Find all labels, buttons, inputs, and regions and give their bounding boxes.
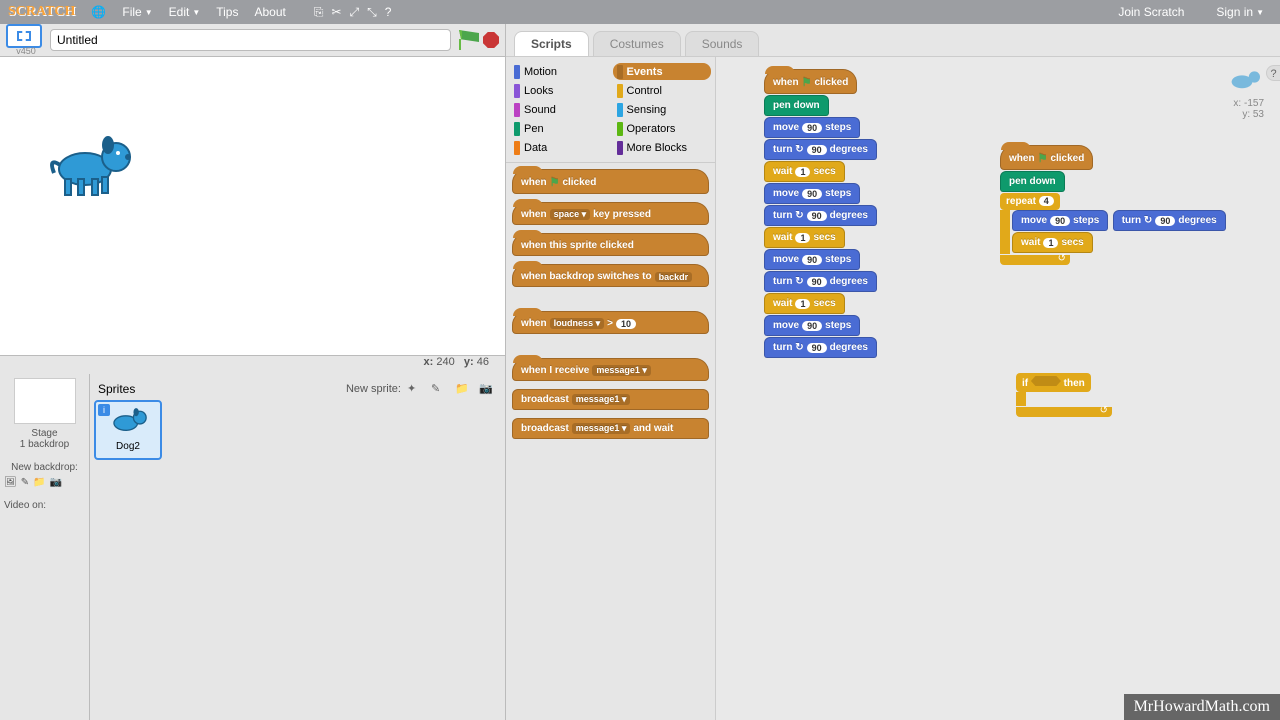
block-move[interactable]: move 90 steps xyxy=(764,315,860,336)
sprite-library-icon[interactable]: ✦ xyxy=(407,382,425,396)
cat-sensing[interactable]: Sensing xyxy=(613,101,712,118)
stage-thumb-col: Stage 1 backdrop New backdrop: 🖼 ✎ 📁 📷 V… xyxy=(0,374,90,720)
sprite-tile-label: Dog2 xyxy=(96,441,160,452)
tab-scripts[interactable]: Scripts xyxy=(514,31,589,56)
duplicate-icon[interactable]: ⎘ xyxy=(314,5,324,20)
project-title-input[interactable] xyxy=(50,29,451,51)
signin-link[interactable]: Sign in▼ xyxy=(1216,5,1264,19)
block-pen-down[interactable]: pen down xyxy=(764,95,829,116)
palette-when-sprite-clicked[interactable]: when this sprite clicked xyxy=(512,233,709,256)
sprite-info-icon[interactable]: i xyxy=(98,404,110,416)
script-stack-2[interactable]: when ⚑ clicked pen down repeat 4 move 90… xyxy=(1000,145,1280,265)
stage-label: Stage xyxy=(4,428,85,439)
help-drawer-tab[interactable]: ? xyxy=(1266,65,1280,81)
block-move[interactable]: move 90 steps xyxy=(764,183,860,204)
shrink-icon[interactable]: ⤡ xyxy=(367,5,377,20)
fullscreen-button[interactable] xyxy=(6,24,42,48)
block-repeat-foot[interactable] xyxy=(1000,255,1070,265)
tips-menu[interactable]: Tips xyxy=(216,5,238,19)
script-stack-3[interactable]: if then xyxy=(1016,373,1112,417)
block-wait[interactable]: wait 1 secs xyxy=(764,227,845,248)
tab-costumes[interactable]: Costumes xyxy=(593,31,681,56)
backdrop-upload-icon[interactable]: 📁 xyxy=(33,477,45,488)
cat-more[interactable]: More Blocks xyxy=(613,139,712,156)
tab-sounds[interactable]: Sounds xyxy=(685,31,760,56)
block-turn[interactable]: turn ↻ 90 degrees xyxy=(764,205,877,226)
palette-when-backdrop-switches[interactable]: when backdrop switches to backdr xyxy=(512,264,709,287)
backdrop-count: 1 backdrop xyxy=(4,439,85,450)
block-turn[interactable]: turn ↻ 90 degrees xyxy=(764,271,877,292)
about-menu[interactable]: About xyxy=(254,5,285,19)
block-wait[interactable]: wait 1 secs xyxy=(1012,232,1093,253)
palette-broadcast-wait[interactable]: broadcast message1 ▾ and wait xyxy=(512,418,709,439)
block-palette: Motion Events Looks Control Sound Sensin… xyxy=(506,57,716,720)
sprite-info-corner: x: -157 y: 53 xyxy=(1224,65,1264,120)
stop-button[interactable] xyxy=(483,32,499,48)
block-pen-down[interactable]: pen down xyxy=(1000,171,1065,192)
join-link[interactable]: Join Scratch xyxy=(1118,5,1184,19)
sprite-tile-dog2[interactable]: i Dog2 xyxy=(94,400,162,460)
sprite-dog2-onstage[interactable] xyxy=(40,127,140,202)
block-repeat[interactable]: repeat 4 xyxy=(1000,193,1060,210)
sprite-paint-icon[interactable]: ✎ xyxy=(431,382,449,396)
cat-control[interactable]: Control xyxy=(613,82,712,99)
block-turn[interactable]: turn ↻ 90 degrees xyxy=(764,337,877,358)
watermark: MrHowardMath.com xyxy=(1124,694,1280,720)
cat-pen[interactable]: Pen xyxy=(510,120,609,137)
block-turn[interactable]: turn ↻ 90 degrees xyxy=(764,139,877,160)
version-label: v450 xyxy=(16,46,36,56)
palette-when-receive[interactable]: when I receive message1 ▾ xyxy=(512,358,709,381)
video-on-label: Video on: xyxy=(4,500,85,511)
globe-icon[interactable]: 🌐 xyxy=(91,5,106,19)
green-flag-button[interactable] xyxy=(459,30,479,50)
edit-menu[interactable]: Edit▼ xyxy=(169,5,201,19)
block-if-then[interactable]: if then xyxy=(1016,373,1091,392)
block-when-flag[interactable]: when ⚑ clicked xyxy=(1000,145,1093,170)
stage-thumbnail[interactable] xyxy=(14,378,76,424)
palette-broadcast[interactable]: broadcast message1 ▾ xyxy=(512,389,709,410)
backdrop-camera-icon[interactable]: 📷 xyxy=(50,477,62,488)
stage[interactable] xyxy=(0,56,505,356)
block-wait[interactable]: wait 1 secs xyxy=(764,161,845,182)
new-backdrop-label: New backdrop: xyxy=(4,462,85,473)
cat-sound[interactable]: Sound xyxy=(510,101,609,118)
palette-when-flag-clicked[interactable]: when ⚑ clicked xyxy=(512,169,709,194)
cat-events[interactable]: Events xyxy=(613,63,712,80)
sprite-camera-icon[interactable]: 📷 xyxy=(479,382,497,396)
sprites-header: Sprites xyxy=(98,382,135,396)
grow-icon[interactable]: ⤢ xyxy=(350,5,360,20)
stage-panel: v450 x: 240 y: 4 xyxy=(0,24,506,720)
stage-coords: x: 240 y: 46 xyxy=(0,356,505,374)
block-move[interactable]: move 90 steps xyxy=(764,117,860,138)
block-categories: Motion Events Looks Control Sound Sensin… xyxy=(506,57,715,162)
block-wait[interactable]: wait 1 secs xyxy=(764,293,845,314)
palette-when-key-pressed[interactable]: when space ▾ key pressed xyxy=(512,202,709,225)
new-sprite-label: New sprite: xyxy=(346,383,401,395)
file-menu[interactable]: File▼ xyxy=(122,5,152,19)
backdrop-paint-icon[interactable]: ✎ xyxy=(21,477,29,488)
help-icon[interactable]: ? xyxy=(385,5,392,20)
menu-bar: SCRATCH 🌐 File▼ Edit▼ Tips About ⎘ ✂ ⤢ ⤡… xyxy=(0,0,1280,24)
cat-looks[interactable]: Looks xyxy=(510,82,609,99)
editor-tabs: Scripts Costumes Sounds xyxy=(506,24,1280,56)
cat-motion[interactable]: Motion xyxy=(510,63,609,80)
palette-when-loudness[interactable]: when loudness ▾ > 10 xyxy=(512,311,709,334)
sprite-upload-icon[interactable]: 📁 xyxy=(455,382,473,396)
script-canvas[interactable]: ? x: -157 y: 53 when ⚑ clicked pen down … xyxy=(716,57,1280,720)
backdrop-library-icon[interactable]: 🖼 xyxy=(4,477,17,488)
scratch-logo[interactable]: SCRATCH xyxy=(8,4,75,20)
cat-operators[interactable]: Operators xyxy=(613,120,712,137)
script-stack-1[interactable]: when ⚑ clicked pen down move 90 steps tu… xyxy=(764,69,877,359)
delete-icon[interactable]: ✂ xyxy=(331,5,341,20)
block-when-flag[interactable]: when ⚑ clicked xyxy=(764,69,857,94)
block-if-foot[interactable] xyxy=(1016,407,1112,417)
block-turn[interactable]: turn ↻ 90 degrees xyxy=(1113,210,1226,231)
block-move[interactable]: move 90 steps xyxy=(1012,210,1108,231)
cat-data[interactable]: Data xyxy=(510,139,609,156)
block-move[interactable]: move 90 steps xyxy=(764,249,860,270)
